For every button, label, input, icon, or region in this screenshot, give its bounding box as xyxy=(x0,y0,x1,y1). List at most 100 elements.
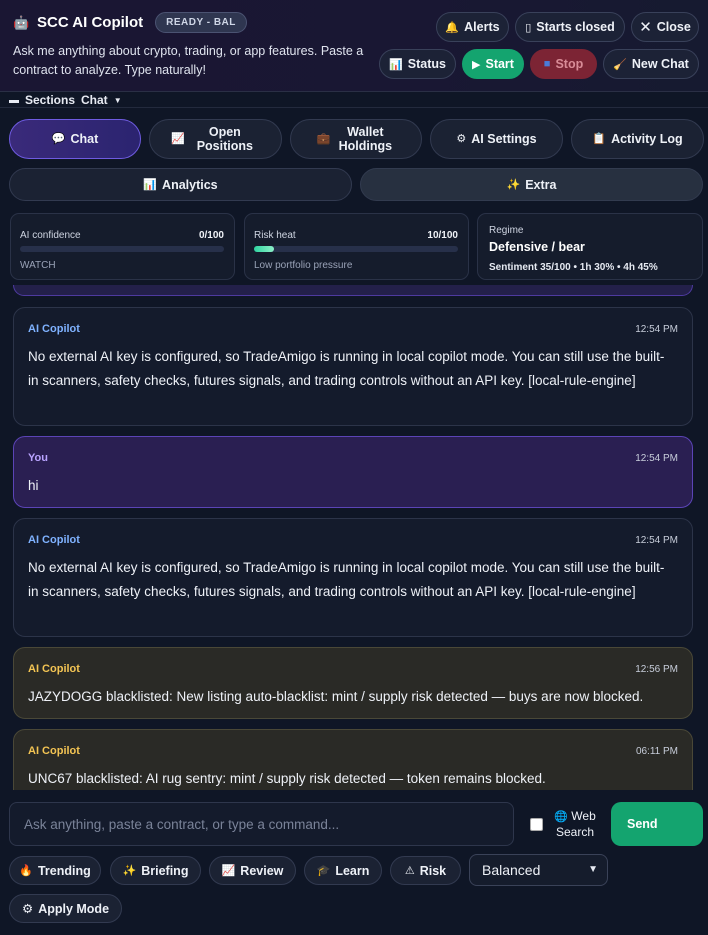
message-time: 12:54 PM xyxy=(635,453,678,464)
regime-note: Sentiment 35/100 • 1h 30% • 4h 45% xyxy=(489,262,658,273)
message-sender: AI Copilot xyxy=(28,663,80,675)
tab-analytics[interactable]: 📊 Analytics xyxy=(9,168,352,201)
message-list[interactable]: AI Copilot 12:54 PM No external AI key i… xyxy=(0,285,708,790)
stat-label: Risk heat xyxy=(254,230,296,241)
new-chat-label: New Chat xyxy=(631,57,689,71)
message-user: You 12:54 PM hi xyxy=(13,436,693,508)
chip-label: Learn xyxy=(335,863,370,878)
message-ai: AI Copilot 12:54 PM No external AI key i… xyxy=(13,518,693,637)
chart-icon: 📈 xyxy=(171,133,185,145)
apply-mode-button[interactable]: ⚙ Apply Mode xyxy=(9,894,122,923)
divider xyxy=(0,107,708,108)
mode-value: Balanced xyxy=(482,862,541,878)
start-button[interactable]: ▶ Start xyxy=(462,49,524,79)
stat-value: 10/100 xyxy=(427,230,458,241)
confidence-bar xyxy=(20,246,224,252)
message-text: JAZYDOGG blacklisted: New listing auto-b… xyxy=(28,689,644,704)
tab-activity-log[interactable]: 📋 Activity Log xyxy=(571,119,704,159)
sparkle-icon: ✨ xyxy=(506,178,521,191)
message-text: UNC67 blacklisted: AI rug sentry: mint /… xyxy=(28,771,546,786)
chat-icon: 💬 xyxy=(51,133,66,145)
graduation-cap-icon: 🎓 xyxy=(316,865,331,877)
briefing-chip[interactable]: ✨ Briefing xyxy=(110,856,201,885)
mode-select[interactable]: Balanced ▼ xyxy=(469,854,608,886)
regime-label: Regime xyxy=(489,225,524,236)
square-icon: ▯ xyxy=(525,21,532,34)
title-row: 🤖 SCC AI Copilot READY - BAL xyxy=(13,12,247,33)
sections-label: Sections xyxy=(25,93,76,107)
stop-button[interactable]: ■ Stop xyxy=(530,49,597,79)
chip-label: Briefing xyxy=(141,863,189,878)
tab-label: AI Settings xyxy=(471,132,537,146)
message-text: hi xyxy=(28,478,39,493)
tab-label: Wallet Holdings xyxy=(338,125,393,153)
gear-icon: ⚙ xyxy=(21,902,34,916)
stat-label: AI confidence xyxy=(20,230,81,241)
new-chat-button[interactable]: 🧹 New Chat xyxy=(603,49,699,79)
globe-icon: 🌐 xyxy=(554,811,568,823)
sections-dropdown[interactable]: ▬ Sections Chat ▼ xyxy=(9,93,122,107)
stop-icon: ■ xyxy=(543,58,551,70)
message-time: 12:54 PM xyxy=(635,535,678,546)
message-time: 06:11 PM xyxy=(635,746,678,757)
learn-chip[interactable]: 🎓 Learn xyxy=(304,856,382,885)
message-text: No external AI key is configured, so Tra… xyxy=(28,349,665,388)
robot-icon: 🤖 xyxy=(13,14,30,30)
send-button[interactable]: Send xyxy=(611,802,703,846)
risk-heat-card: Risk heat 10/100 Low portfolio pressure xyxy=(244,213,469,280)
play-icon: ▶ xyxy=(472,58,481,71)
chat-input[interactable] xyxy=(9,802,514,846)
alerts-button[interactable]: 🔔 Alerts xyxy=(436,12,509,42)
status-button[interactable]: 📊 Status xyxy=(379,49,456,79)
tab-label: Analytics xyxy=(162,177,218,192)
tab-label: Activity Log xyxy=(611,132,683,146)
tab-open-positions[interactable]: 📈 Open Positions xyxy=(149,119,282,159)
clipboard-icon: 📋 xyxy=(592,133,607,145)
message-ai: AI Copilot 12:54 PM No external AI key i… xyxy=(13,307,693,426)
sparkle-icon: ✨ xyxy=(122,865,137,877)
status-label: Status xyxy=(407,57,446,71)
message-sender: AI Copilot xyxy=(28,323,80,335)
apply-mode-label: Apply Mode xyxy=(38,901,110,916)
close-button[interactable]: ✕ Close xyxy=(631,12,699,42)
sections-value: Chat xyxy=(81,93,108,107)
start-label: Start xyxy=(485,57,514,71)
ai-confidence-card: AI confidence 0/100 WATCH xyxy=(10,213,235,280)
risk-chip[interactable]: ⚠ Risk xyxy=(390,856,461,885)
briefcase-icon: 💼 xyxy=(316,133,331,145)
starts-closed-toggle[interactable]: ▯ Starts closed xyxy=(515,12,625,42)
chevron-down-icon: ▼ xyxy=(588,864,598,875)
risk-bar xyxy=(254,246,458,252)
chip-label: Trending xyxy=(37,863,91,878)
message-sender: AI Copilot xyxy=(28,745,80,757)
tab-label: Extra xyxy=(525,177,557,192)
stop-label: Stop xyxy=(555,57,584,71)
tab-wallet-holdings[interactable]: 💼 Wallet Holdings xyxy=(290,119,422,159)
fire-icon: 🔥 xyxy=(19,865,33,877)
tab-label: Chat xyxy=(70,132,99,146)
copilot-header: 🤖 SCC AI Copilot READY - BAL Ask me anyt… xyxy=(0,0,708,92)
review-chip[interactable]: 📈 Review xyxy=(209,856,296,885)
folder-icon: ▬ xyxy=(9,94,19,106)
web-search-label[interactable]: 🌐 Web Search xyxy=(550,809,600,840)
tab-label: Open Positions xyxy=(196,125,253,153)
stat-value: 0/100 xyxy=(198,230,224,241)
chip-label: Review xyxy=(240,863,284,878)
tab-chat[interactable]: 💬 Chat xyxy=(9,119,141,159)
chip-label: Risk xyxy=(419,863,447,878)
gear-icon: ⚙ xyxy=(456,133,467,145)
trending-chip[interactable]: 🔥 Trending xyxy=(9,856,101,885)
message-sender: You xyxy=(28,452,48,464)
message-alert: AI Copilot 06:11 PM UNC67 blacklisted: A… xyxy=(13,729,693,790)
close-icon: ✕ xyxy=(639,19,652,36)
broom-icon: 🧹 xyxy=(613,58,627,71)
close-label: Close xyxy=(656,20,691,34)
web-search-checkbox[interactable] xyxy=(530,818,543,831)
bar-chart-icon: 📊 xyxy=(389,58,403,71)
message-time: 12:54 PM xyxy=(635,324,678,335)
stat-note: Low portfolio pressure xyxy=(254,260,353,271)
tab-ai-settings[interactable]: ⚙ AI Settings xyxy=(430,119,563,159)
app-title: SCC AI Copilot xyxy=(37,14,144,31)
tab-extra[interactable]: ✨ Extra xyxy=(360,168,703,201)
status-badge: READY - BAL xyxy=(155,12,247,33)
